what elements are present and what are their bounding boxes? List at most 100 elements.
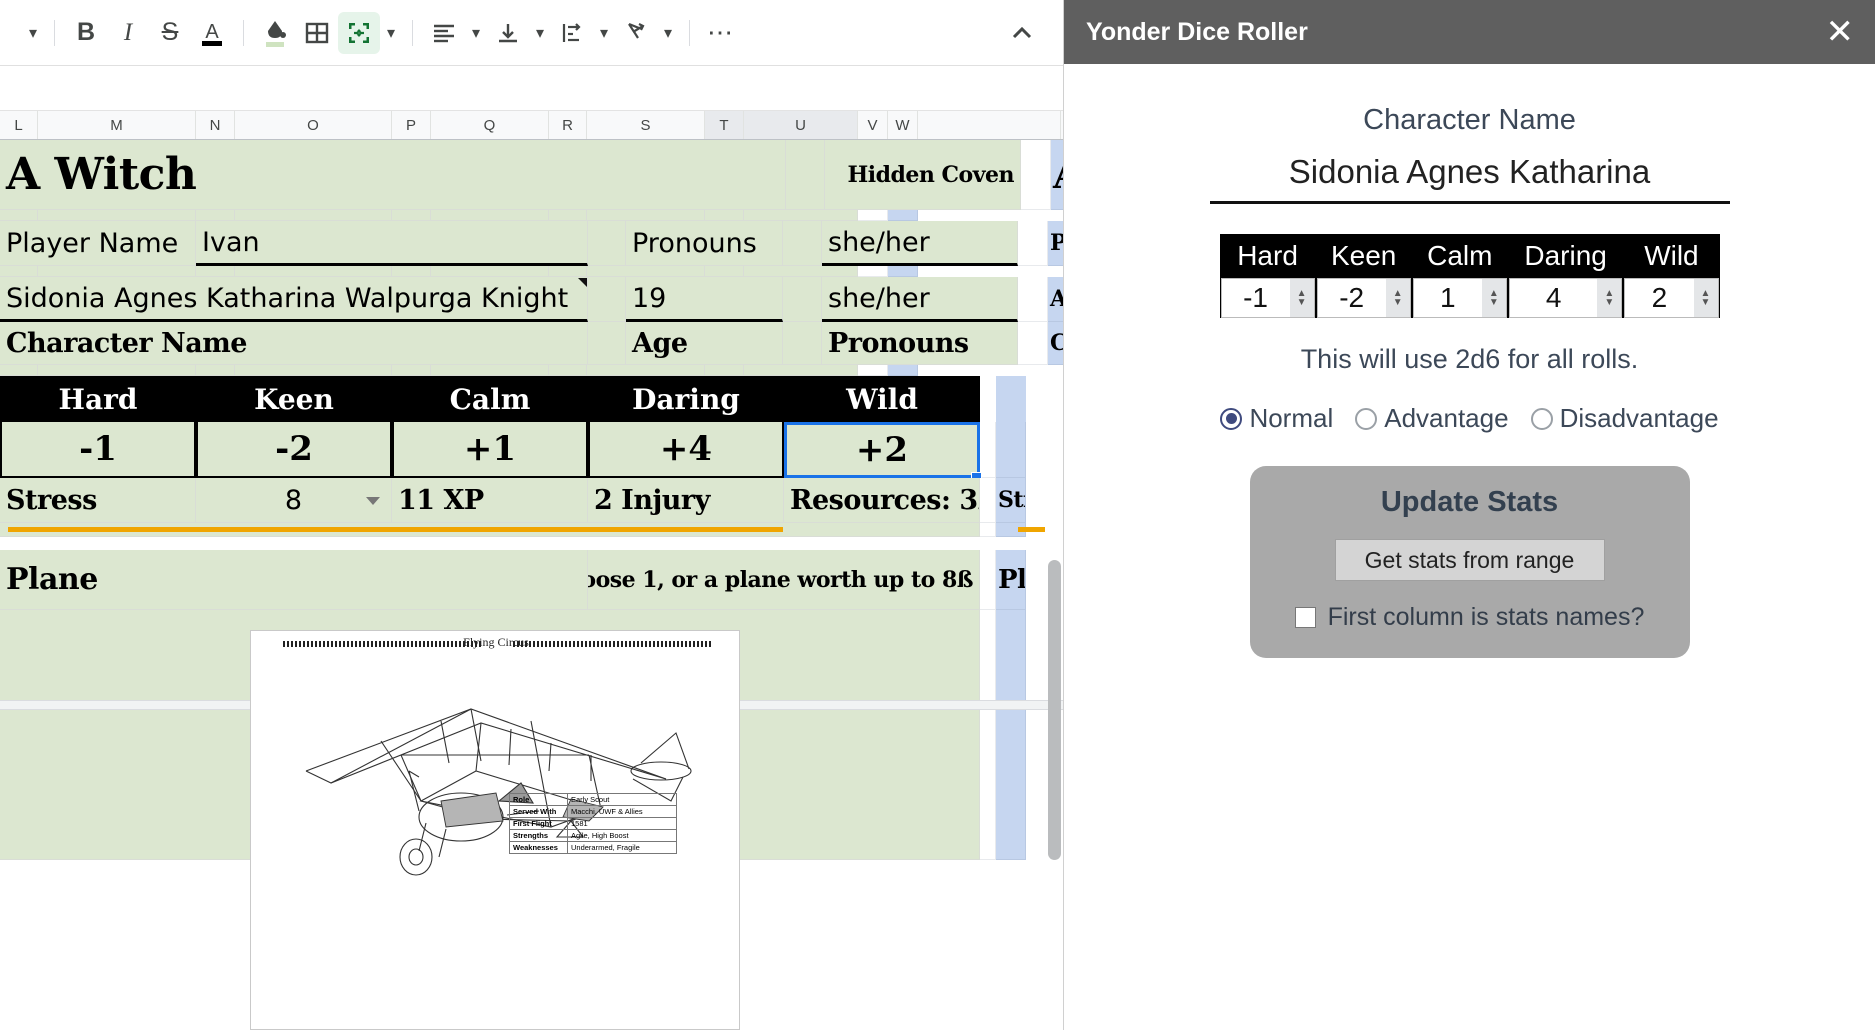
daring-value[interactable]: 4 bbox=[1510, 279, 1597, 317]
stat-value-wild[interactable]: +2 bbox=[784, 422, 980, 478]
bold-button[interactable]: B bbox=[65, 12, 107, 54]
borders-button[interactable] bbox=[296, 12, 338, 54]
calm-spinner-arrows[interactable]: ▲ ▼ bbox=[1481, 279, 1506, 317]
text-color-button[interactable]: A bbox=[191, 12, 233, 54]
cell-stress-label[interactable]: Stress bbox=[0, 478, 196, 523]
column-header-v[interactable]: V bbox=[858, 111, 888, 139]
cell-spacer[interactable] bbox=[38, 266, 196, 277]
calm-stepper[interactable]: 1 ▲ ▼ bbox=[1412, 278, 1507, 318]
cell-spacer[interactable] bbox=[196, 365, 235, 376]
cell-v-blank[interactable] bbox=[980, 610, 996, 860]
stat-value-daring[interactable]: +4 bbox=[588, 422, 784, 478]
cell-spacer[interactable] bbox=[858, 365, 888, 376]
cell-spacer[interactable] bbox=[888, 210, 918, 221]
horizontal-align-button[interactable] bbox=[423, 12, 465, 54]
stat-header-wild[interactable]: Wild bbox=[784, 376, 980, 422]
cell-w-air[interactable]: Air bbox=[1048, 277, 1063, 322]
cell-spacer[interactable] bbox=[587, 210, 705, 221]
cell-age-label[interactable]: Age bbox=[626, 322, 783, 365]
cell-v-blank[interactable] bbox=[980, 478, 996, 523]
stat-header-daring[interactable]: Daring bbox=[588, 376, 784, 422]
cell-title-a-witch[interactable]: A Witch bbox=[0, 140, 786, 210]
cell-pronouns-label-2[interactable]: Pronouns bbox=[822, 322, 1018, 365]
cell-spacer[interactable] bbox=[888, 266, 918, 277]
cell-t-blank[interactable] bbox=[783, 322, 822, 365]
hard-value[interactable]: -1 bbox=[1222, 279, 1290, 317]
cell-player-name-value[interactable]: Ivan bbox=[196, 221, 588, 266]
vertical-scrollbar[interactable] bbox=[1048, 560, 1061, 860]
close-icon[interactable]: ✕ bbox=[1826, 15, 1855, 49]
calm-value[interactable]: 1 bbox=[1414, 279, 1482, 317]
radio-normal[interactable]: Normal bbox=[1220, 403, 1333, 434]
strikethrough-button[interactable]: S bbox=[149, 12, 191, 54]
cell-spacer[interactable] bbox=[392, 210, 431, 221]
cell-character-name-value[interactable]: Sidonia Agnes Katharina Walpurga Knight bbox=[0, 277, 588, 322]
cell-age-value[interactable]: 19 bbox=[626, 277, 783, 322]
get-stats-from-range-button[interactable]: Get stats from range bbox=[1334, 539, 1605, 581]
stat-value-calm[interactable]: +1 bbox=[392, 422, 588, 478]
first-column-option[interactable]: First column is stats names? bbox=[1266, 603, 1674, 632]
column-header-l[interactable]: L bbox=[0, 111, 38, 139]
cell-spacer[interactable] bbox=[587, 365, 705, 376]
cell-spacer[interactable] bbox=[888, 365, 918, 376]
cell-spacer[interactable] bbox=[235, 365, 392, 376]
daring-stepper[interactable]: 4 ▲ ▼ bbox=[1508, 278, 1623, 318]
radio-advantage-icon[interactable] bbox=[1355, 407, 1378, 430]
cell-spacer[interactable] bbox=[705, 365, 744, 376]
cell-plane-label[interactable]: Plane bbox=[0, 550, 588, 610]
cell-spacer[interactable] bbox=[705, 266, 744, 277]
column-header-s[interactable]: S bbox=[587, 111, 705, 139]
cell-r-blank[interactable] bbox=[588, 221, 626, 266]
stat-header-calm[interactable]: Calm bbox=[392, 376, 588, 422]
cell-spacer[interactable] bbox=[392, 266, 431, 277]
column-header-m[interactable]: M bbox=[38, 111, 196, 139]
cell-spacer[interactable] bbox=[235, 266, 392, 277]
character-name-field[interactable]: Sidonia Agnes Katharina bbox=[1209, 153, 1730, 204]
align-dropdown-icon[interactable]: ▾ bbox=[465, 12, 487, 54]
merge-dropdown-icon[interactable]: ▾ bbox=[380, 12, 402, 54]
keen-value[interactable]: -2 bbox=[1318, 279, 1386, 317]
cell-spacer[interactable] bbox=[744, 210, 858, 221]
cell-w-title[interactable]: A bbox=[1051, 140, 1063, 210]
wild-stepper[interactable]: 2 ▲ ▼ bbox=[1624, 278, 1719, 318]
cell-injury[interactable]: 2 Injury bbox=[588, 478, 784, 523]
hard-stepper[interactable]: -1 ▲ ▼ bbox=[1220, 278, 1315, 318]
more-options-button[interactable]: ⋯ bbox=[700, 12, 742, 54]
rotation-dropdown-icon[interactable]: ▾ bbox=[657, 12, 679, 54]
cell-v-blank[interactable] bbox=[980, 523, 996, 537]
stat-value-hard[interactable]: -1 bbox=[0, 422, 196, 478]
cell-spacer[interactable] bbox=[0, 266, 38, 277]
cell-resources[interactable]: Resources: 3ß bbox=[784, 478, 980, 523]
cell-spacer[interactable] bbox=[196, 266, 235, 277]
cell-v-blank[interactable] bbox=[1018, 221, 1048, 266]
cell-spacer[interactable] bbox=[549, 365, 587, 376]
column-header-w[interactable]: W bbox=[888, 111, 918, 139]
radio-normal-icon[interactable] bbox=[1220, 407, 1243, 430]
cell-w-blank[interactable] bbox=[996, 376, 1026, 422]
cell-v-title[interactable] bbox=[1021, 140, 1051, 210]
cell-v-blank[interactable] bbox=[1018, 322, 1048, 365]
wrap-dropdown-icon[interactable]: ▾ bbox=[593, 12, 615, 54]
cell-spacer[interactable] bbox=[38, 210, 196, 221]
cell-spacer[interactable] bbox=[549, 266, 587, 277]
cell-w-ch[interactable]: Ch bbox=[1048, 322, 1063, 365]
cell-spacer[interactable] bbox=[431, 266, 549, 277]
italic-button[interactable]: I bbox=[107, 12, 149, 54]
cell-character-name-label[interactable]: Character Name bbox=[0, 322, 588, 365]
hard-spinner-arrows[interactable]: ▲ ▼ bbox=[1289, 279, 1314, 317]
valign-dropdown-icon[interactable]: ▾ bbox=[529, 12, 551, 54]
cell-xp[interactable]: 11 XP bbox=[392, 478, 588, 523]
cell-player-name-label[interactable]: Player Name bbox=[0, 221, 196, 266]
cell-v-blank[interactable] bbox=[980, 422, 996, 478]
cell-stress-value[interactable]: 8 bbox=[196, 478, 392, 523]
first-column-checkbox[interactable] bbox=[1294, 607, 1316, 628]
cell-w-str[interactable]: Str bbox=[996, 478, 1026, 523]
cell-spacer[interactable] bbox=[587, 266, 705, 277]
vertical-align-button[interactable] bbox=[487, 12, 529, 54]
cell-spacer[interactable] bbox=[38, 365, 196, 376]
merge-cells-button[interactable] bbox=[338, 11, 380, 54]
cell-spacer[interactable] bbox=[0, 210, 38, 221]
text-wrapping-button[interactable] bbox=[551, 12, 593, 54]
stat-header-keen[interactable]: Keen bbox=[196, 376, 392, 422]
stat-header-hard[interactable]: Hard bbox=[0, 376, 196, 422]
